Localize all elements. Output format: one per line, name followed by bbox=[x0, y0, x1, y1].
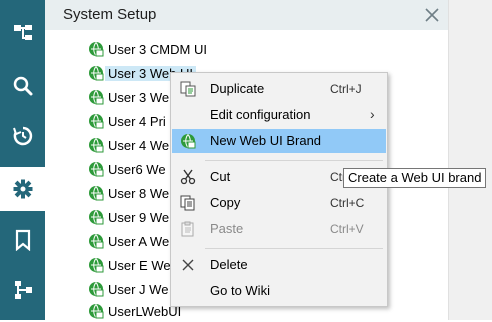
tree-item[interactable]: User 3 CMDM UI bbox=[88, 38, 207, 60]
shortcut-text: Ctrl+V bbox=[330, 222, 364, 236]
tree-item-label: User6 We bbox=[108, 161, 166, 177]
history-icon bbox=[12, 126, 32, 146]
workflow-icon bbox=[14, 281, 32, 299]
hierarchy-icon bbox=[13, 25, 32, 40]
tree-item-label: User 9 We bbox=[108, 209, 170, 225]
panel-title: System Setup bbox=[63, 6, 157, 23]
web-ui-icon bbox=[89, 66, 104, 81]
tree-item-label: User 8 We bbox=[108, 185, 170, 201]
close-button[interactable] bbox=[421, 4, 443, 26]
tree-item-label: User E We bbox=[108, 257, 171, 273]
scissors-icon bbox=[180, 169, 196, 185]
web-ui-icon bbox=[89, 42, 104, 57]
menu-item-label: Duplicate bbox=[210, 81, 265, 96]
menu-item-go-to-wiki[interactable]: Go to Wiki bbox=[172, 279, 386, 303]
menu-item-label: Copy bbox=[210, 195, 241, 210]
search-icon bbox=[13, 76, 32, 96]
menu-item-delete[interactable]: Delete bbox=[172, 253, 386, 277]
hierarchy-button[interactable] bbox=[0, 11, 45, 55]
tree-item[interactable]: User 4 We bbox=[88, 134, 169, 156]
menu-item-label: Cut bbox=[210, 169, 231, 184]
paste-icon bbox=[181, 221, 194, 237]
settings-button[interactable] bbox=[0, 167, 45, 211]
web-ui-icon bbox=[89, 234, 104, 249]
tree-item-label: User 4 We bbox=[108, 137, 170, 153]
new-brand-icon bbox=[181, 134, 196, 149]
web-ui-icon bbox=[89, 304, 104, 319]
menu-item-paste[interactable]: Paste Ctrl+V bbox=[172, 217, 386, 241]
tree-item[interactable]: User 8 We bbox=[88, 182, 169, 204]
menu-separator bbox=[205, 248, 383, 249]
web-ui-icon bbox=[89, 162, 104, 177]
search-button[interactable] bbox=[0, 64, 45, 108]
web-ui-icon bbox=[89, 138, 104, 153]
tree-item[interactable]: User 4 Pri bbox=[88, 110, 166, 132]
tree-item[interactable]: User E We bbox=[88, 254, 171, 276]
tooltip: Create a Web UI brand bbox=[343, 168, 487, 188]
menu-item-new-web-ui-brand[interactable]: New Web UI Brand bbox=[172, 129, 386, 153]
bookmark-icon bbox=[15, 229, 30, 251]
tree-item[interactable]: User 9 We bbox=[88, 206, 169, 228]
menu-item-label: Go to Wiki bbox=[210, 283, 270, 298]
bookmark-button[interactable] bbox=[0, 218, 45, 262]
web-ui-icon bbox=[89, 90, 104, 105]
workflow-button[interactable] bbox=[0, 268, 45, 312]
shortcut-text: Ctrl+J bbox=[330, 82, 362, 96]
tree-item-label: User 3 We bbox=[108, 89, 170, 105]
menu-item-label: Delete bbox=[210, 257, 248, 272]
tree-item[interactable]: User A We bbox=[88, 230, 169, 252]
delete-icon bbox=[182, 259, 194, 271]
menu-item-label: Paste bbox=[210, 221, 244, 236]
web-ui-icon bbox=[89, 210, 104, 225]
menu-item-edit-configuration[interactable]: Edit configuration › bbox=[172, 103, 386, 127]
panel-scrollbar[interactable] bbox=[448, 0, 492, 320]
history-button[interactable] bbox=[0, 114, 45, 158]
web-ui-icon bbox=[89, 282, 104, 297]
left-rail bbox=[0, 0, 45, 320]
menu-item-copy[interactable]: Copy Ctrl+C bbox=[172, 191, 386, 215]
close-icon bbox=[425, 8, 439, 22]
chevron-right-icon: › bbox=[370, 106, 375, 122]
gear-icon bbox=[13, 179, 32, 199]
tree-item[interactable]: User 3 We bbox=[88, 86, 169, 108]
tree-item-label: User 4 Pri bbox=[108, 113, 166, 129]
tree-item[interactable]: User J We bbox=[88, 278, 168, 300]
menu-item-label: Edit configuration bbox=[210, 107, 311, 122]
shortcut-text: Ctrl+C bbox=[330, 196, 365, 210]
panel-header: System Setup bbox=[45, 0, 448, 30]
tree-item-label: User 3 CMDM UI bbox=[108, 41, 207, 57]
duplicate-icon bbox=[180, 81, 196, 97]
tree-item[interactable]: UserLWebUI bbox=[88, 300, 181, 322]
web-ui-icon bbox=[89, 114, 104, 129]
context-menu: Duplicate Ctrl+J Edit configuration › Ne… bbox=[170, 72, 388, 307]
web-ui-icon bbox=[89, 186, 104, 201]
menu-item-label: New Web UI Brand bbox=[210, 133, 322, 148]
tree-item-label: User A We bbox=[108, 233, 170, 249]
menu-separator bbox=[205, 160, 383, 161]
menu-item-duplicate[interactable]: Duplicate Ctrl+J bbox=[172, 77, 386, 101]
web-ui-icon bbox=[89, 258, 104, 273]
tree-item-label: User J We bbox=[108, 281, 169, 297]
tree-item[interactable]: User6 We bbox=[88, 158, 166, 180]
copy-icon bbox=[180, 195, 195, 211]
